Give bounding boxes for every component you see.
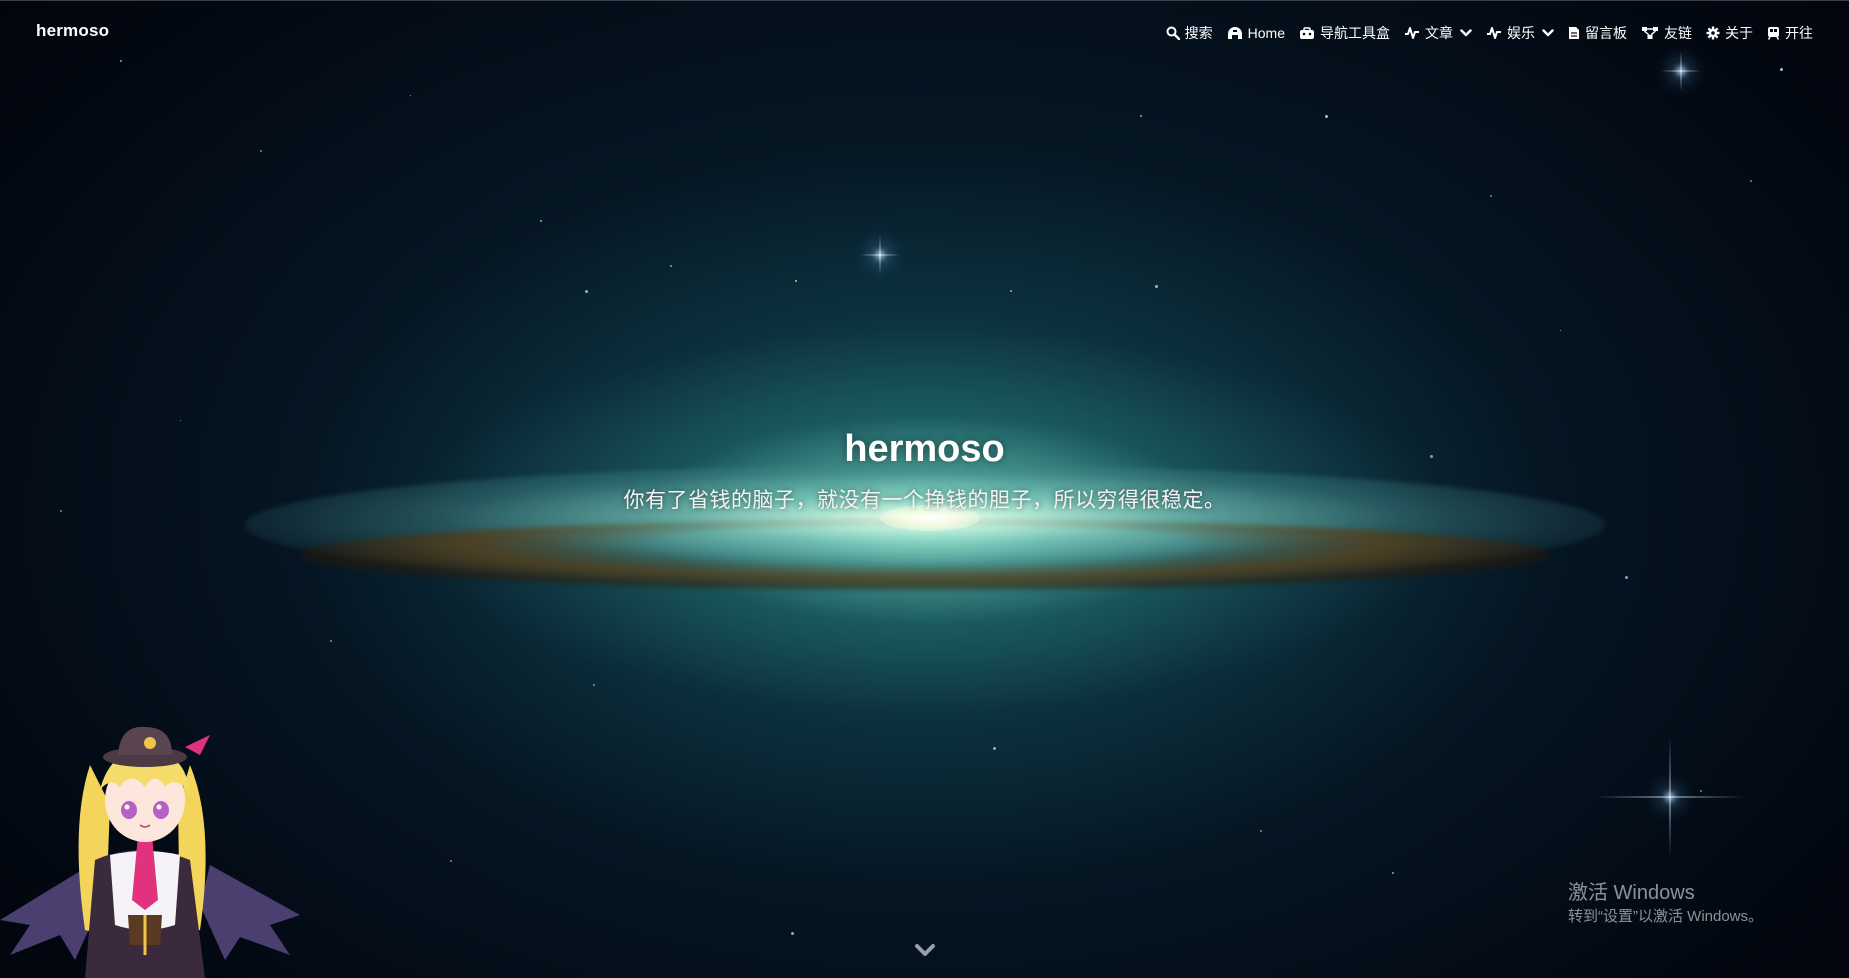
nav-item-label: 开往 bbox=[1785, 25, 1813, 41]
nav-item-label: Home bbox=[1247, 25, 1285, 41]
hero-title: hermoso bbox=[844, 428, 1005, 470]
nav-item-entertainment[interactable]: 娱乐 bbox=[1486, 23, 1554, 43]
nav-item-search[interactable]: 搜索 bbox=[1166, 23, 1213, 43]
top-navbar: hermoso 搜索 Home 导航工具盒 文章 娱乐 留言板 友链 关于 开往 bbox=[0, 0, 1849, 65]
toolbox-icon bbox=[1300, 26, 1314, 39]
pulse-icon bbox=[1487, 27, 1501, 39]
bright-star bbox=[1680, 70, 1682, 72]
nav-item-label: 娱乐 bbox=[1507, 25, 1535, 41]
subway-icon bbox=[1767, 27, 1780, 40]
nav-item-label: 搜索 bbox=[1184, 25, 1213, 41]
nav-item-home[interactable]: Home bbox=[1227, 25, 1285, 41]
bright-star bbox=[879, 254, 881, 256]
gear-icon bbox=[1706, 26, 1720, 40]
pulse-icon bbox=[1405, 27, 1419, 39]
nav-item-label: 友链 bbox=[1664, 25, 1692, 41]
search-icon bbox=[1166, 26, 1180, 40]
nav-item-toolbox[interactable]: 导航工具盒 bbox=[1299, 23, 1390, 43]
watermark-line1: 激活 Windows bbox=[1568, 882, 1695, 904]
nav-item-friend-links[interactable]: 友链 bbox=[1641, 23, 1692, 43]
mascot-character-image[interactable] bbox=[0, 715, 310, 978]
nav-item-guestbook[interactable]: 留言板 bbox=[1568, 23, 1627, 43]
site-brand[interactable]: hermoso bbox=[36, 21, 109, 41]
bright-star bbox=[1669, 796, 1671, 798]
document-icon bbox=[1569, 27, 1579, 39]
nav-item-label: 文章 bbox=[1425, 25, 1453, 41]
network-icon bbox=[1642, 27, 1658, 39]
hero-subtitle: 你有了省钱的脑子，就没有一个挣钱的胆子，所以穷得很稳定。 bbox=[623, 489, 1226, 512]
nav-item-label: 关于 bbox=[1725, 25, 1753, 41]
nav-item-about[interactable]: 关于 bbox=[1706, 23, 1753, 43]
nav-menu: 搜索 Home 导航工具盒 文章 娱乐 留言板 友链 关于 开往 bbox=[1166, 23, 1813, 43]
chevron-down-icon bbox=[1460, 29, 1472, 37]
home-icon bbox=[1227, 26, 1242, 39]
watermark-line2: 转到“设置”以激活 Windows。 bbox=[1568, 908, 1764, 925]
windows-activation-watermark: 激活 Windows 转到“设置”以激活 Windows。 bbox=[1568, 880, 1763, 928]
hero-background: hermoso 搜索 Home 导航工具盒 文章 娱乐 留言板 友链 关于 开往… bbox=[0, 0, 1849, 978]
nav-item-travelling[interactable]: 开往 bbox=[1767, 23, 1813, 43]
scroll-down-chevron-icon[interactable] bbox=[914, 942, 936, 958]
nav-item-label: 留言板 bbox=[1585, 25, 1627, 41]
chevron-down-icon bbox=[1542, 29, 1554, 37]
nav-item-articles[interactable]: 文章 bbox=[1404, 23, 1472, 43]
nav-item-label: 导航工具盒 bbox=[1320, 25, 1390, 41]
